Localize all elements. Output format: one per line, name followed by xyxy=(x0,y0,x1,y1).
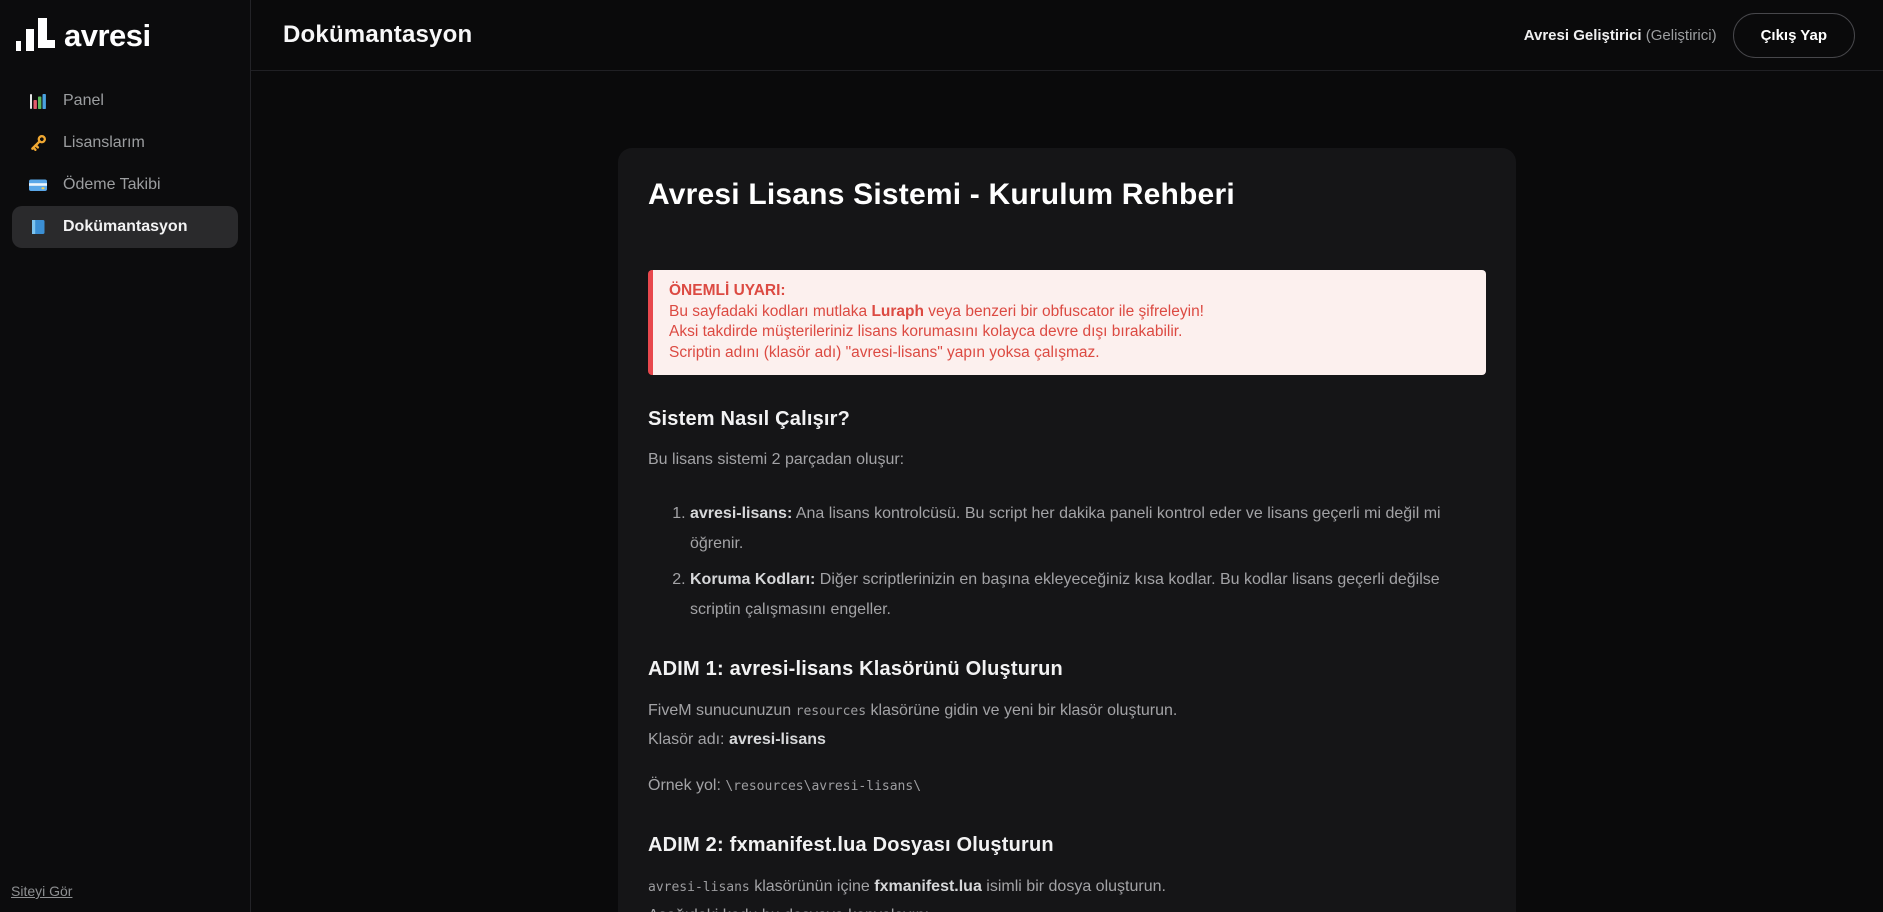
step-1-paragraph: FiveM sunucunuzun resources klasörüne gi… xyxy=(648,702,1178,748)
how-it-works-intro: Bu lisans sistemi 2 parçadan oluşur: xyxy=(648,451,905,468)
warning-line-2: Aksi takdirde müşterileriniz lisans koru… xyxy=(669,323,1183,340)
warning-bold-luraph: Luraph xyxy=(871,302,924,320)
list-item: avresi-lisans: Ana lisans kontrolcüsü. B… xyxy=(690,499,1486,559)
key-icon xyxy=(31,134,47,151)
topbar: Dokümantasyon Avresi Geliştirici (Gelişt… xyxy=(251,0,1883,71)
folder-name-strong: avresi-lisans xyxy=(728,731,826,748)
components-list: avresi-lisans: Ana lisans kontrolcüsü. B… xyxy=(648,499,1486,625)
sidebar-item-label: Panel xyxy=(63,92,104,109)
warning-box: ÖNEMLİ UYARI: Bu sayfadaki kodları mutla… xyxy=(648,270,1486,375)
warning-line-3: Scriptin adını (klasör adı) "avresi-lisa… xyxy=(669,343,1100,361)
inline-code-avresi-lisans: avresi-lisans xyxy=(648,880,750,895)
sidebar-footer: Siteyi Gör xyxy=(11,883,72,901)
content-area: Avresi Lisans Sistemi - Kurulum Rehberi … xyxy=(251,71,1883,912)
list-item: Koruma Kodları: Diğer scriptlerinizin en… xyxy=(690,565,1486,625)
sidebar-item-label: Lisanslarım xyxy=(63,134,145,151)
sidebar-item-label: Dokümantasyon xyxy=(63,218,188,235)
page-title: Dokümantasyon xyxy=(283,21,473,48)
section-heading-step-2: ADIM 2: fxmanifest.lua Dosyası Oluşturun xyxy=(648,834,1054,856)
sidebar-nav: Panel Lisanslarım Ödeme Takibi Dokümanta… xyxy=(0,80,250,248)
app-root: avresi Panel Lisanslarım Ödeme Takibi Do… xyxy=(0,0,1883,912)
fxmanifest-strong: fxmanifest.lua xyxy=(874,878,982,895)
bar-chart-icon xyxy=(30,94,46,109)
inline-code-example-path: \resources\avresi-lisans\ xyxy=(725,779,922,794)
user-info: Avresi Geliştirici (Geliştirici) xyxy=(1524,27,1717,44)
view-site-link[interactable]: Siteyi Gör xyxy=(11,883,72,899)
book-icon xyxy=(32,220,45,234)
step-1-example-path: Örnek yol: \resources\avresi-lisans\ xyxy=(648,777,922,794)
topbar-user-area: Avresi Geliştirici (Geliştirici) Çıkış Y… xyxy=(1524,12,1855,58)
sidebar-item-odeme-takibi[interactable]: Ödeme Takibi xyxy=(12,164,238,206)
credit-card-icon xyxy=(29,179,47,191)
section-heading-how-it-works: Sistem Nasıl Çalışır? xyxy=(648,408,851,430)
inline-code-resources: resources xyxy=(795,704,867,719)
doc-card: Avresi Lisans Sistemi - Kurulum Rehberi … xyxy=(618,148,1516,912)
sidebar-item-label: Ödeme Takibi xyxy=(63,176,161,193)
logout-button[interactable]: Çıkış Yap xyxy=(1732,12,1855,58)
section-heading-step-1: ADIM 1: avresi-lisans Klasörünü Oluşturu… xyxy=(648,658,1063,680)
sidebar-item-panel[interactable]: Panel xyxy=(12,80,238,122)
doc-title: Avresi Lisans Sistemi - Kurulum Rehberi xyxy=(648,178,1235,211)
user-role: (Geliştirici) xyxy=(1645,26,1717,44)
sidebar-item-lisanslarim[interactable]: Lisanslarım xyxy=(12,122,238,164)
main-column: Dokümantasyon Avresi Geliştirici (Gelişt… xyxy=(251,0,1883,912)
step-2-paragraph: avresi-lisans klasörünün içine fxmanifes… xyxy=(648,873,1486,912)
avresi-logo-icon xyxy=(16,18,55,51)
sidebar-item-dokumantasyon[interactable]: Dokümantasyon xyxy=(12,206,238,248)
brand-logo[interactable]: avresi xyxy=(0,0,250,70)
step-2-copy-instruction: Aşağıdaki kodu bu dosyaya kopyalayın: xyxy=(648,907,929,912)
warning-heading: ÖNEMLİ UYARI: xyxy=(669,282,786,299)
user-name: Avresi Geliştirici xyxy=(1523,26,1642,44)
brand-name: avresi xyxy=(64,18,151,53)
warning-line-1: Bu sayfadaki kodları mutlaka Luraph veya… xyxy=(669,302,1204,320)
sidebar: avresi Panel Lisanslarım Ödeme Takibi Do… xyxy=(0,0,251,912)
